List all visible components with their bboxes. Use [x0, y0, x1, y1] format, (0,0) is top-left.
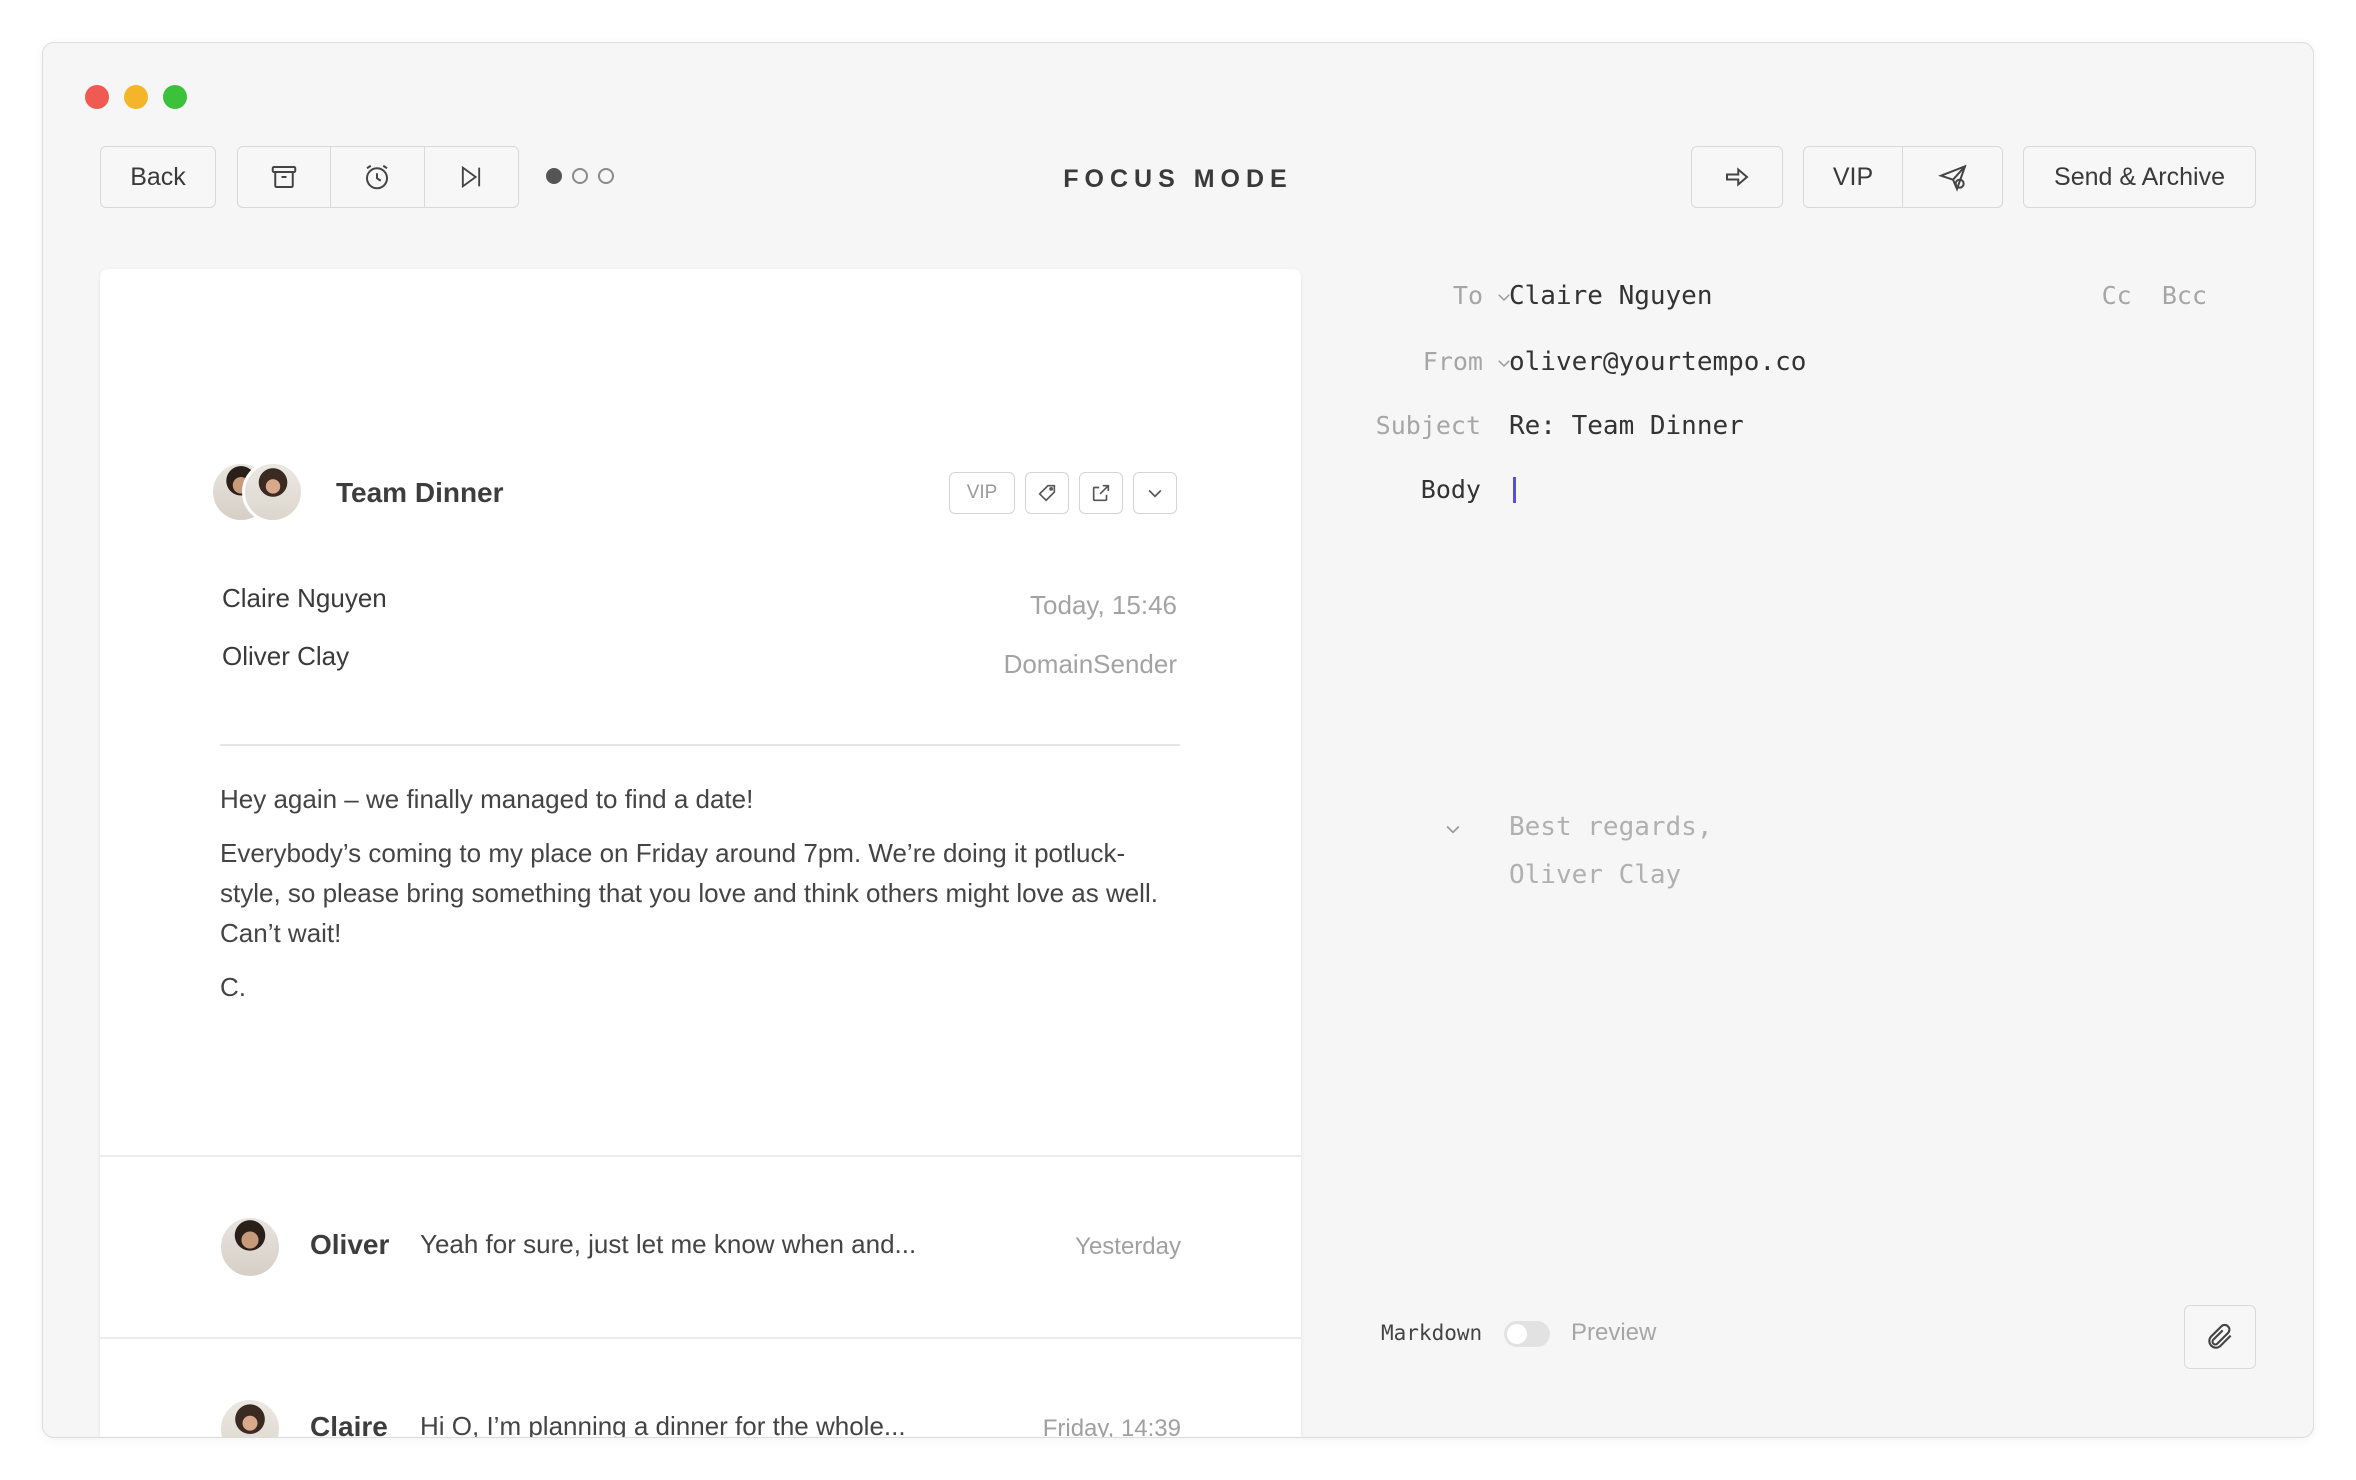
- vip-button[interactable]: VIP: [1804, 147, 1903, 207]
- message-time: Friday, 14:39: [1042, 1415, 1181, 1438]
- send-archive-button[interactable]: Send & Archive: [2023, 146, 2256, 208]
- participant-name: Claire Nguyen: [222, 583, 387, 613]
- minimize-window-button[interactable]: [124, 85, 148, 109]
- body-paragraph: Hey again – we finally managed to find a…: [220, 784, 754, 814]
- thread-vip-button[interactable]: VIP: [949, 472, 1015, 514]
- avatar: [218, 1215, 282, 1279]
- message-sender: Oliver: [310, 1229, 390, 1260]
- more-options-button[interactable]: [1133, 472, 1177, 514]
- forward-button[interactable]: [1691, 146, 1783, 208]
- subject-field[interactable]: Re: Team Dinner: [1509, 411, 1744, 441]
- external-link-icon: [1090, 482, 1112, 504]
- close-window-button[interactable]: [85, 85, 109, 109]
- chevron-down-icon: [1443, 819, 1463, 839]
- from-label-text: From: [1422, 347, 1483, 376]
- vip-send-group: VIP: [1803, 146, 2003, 208]
- window-controls: [85, 85, 187, 109]
- thread-panel: Team Dinner VIP Claire Nguyen Today, 15:…: [100, 269, 1301, 1438]
- to-field-label[interactable]: To: [1453, 281, 1513, 310]
- message-time: Yesterday: [1075, 1233, 1181, 1260]
- list-item[interactable]: Oliver Yeah for sure, just let me know w…: [100, 1155, 1301, 1335]
- cc-button[interactable]: Cc: [2102, 281, 2132, 310]
- forward-arrow-icon: [1722, 162, 1752, 192]
- body-paragraph: Everybody’s coming to my place on Friday…: [220, 838, 1158, 948]
- to-label-text: To: [1452, 281, 1483, 310]
- from-field[interactable]: oliver@yourtempo.co: [1509, 347, 1806, 377]
- paperclip-icon: [2204, 1321, 2236, 1353]
- zoom-window-button[interactable]: [163, 85, 187, 109]
- cc-bcc-controls: Cc Bcc: [2102, 281, 2207, 310]
- message-snippet: Hi O, I’m planning a dinner for the whol…: [420, 1411, 906, 1438]
- send-later-button[interactable]: [1903, 147, 2002, 207]
- subject-label: Subject: [1375, 411, 1481, 440]
- chevron-down-icon: [1145, 483, 1165, 503]
- body-paragraph: C.: [220, 972, 246, 1002]
- to-field[interactable]: Claire Nguyen: [1509, 281, 1713, 311]
- signature-line: Oliver Clay: [1509, 860, 1682, 890]
- message-snippet: Yeah for sure, just let me know when and…: [420, 1229, 917, 1259]
- body-editor[interactable]: [1509, 463, 2249, 823]
- message-body: Hey again – we finally managed to find a…: [220, 779, 1180, 1021]
- signature-toggle[interactable]: [1443, 819, 1463, 839]
- message-timestamp: Today, 15:46: [1030, 590, 1177, 620]
- from-field-label[interactable]: From: [1423, 347, 1513, 376]
- tag-icon: [1036, 482, 1058, 504]
- thread-subject: Team Dinner: [336, 477, 504, 508]
- avatar: [218, 1397, 282, 1437]
- app-window: Back FOCUS MODE VIP Send & Archive Team …: [42, 42, 2314, 1438]
- sender-domain: DomainSender: [1003, 649, 1177, 679]
- body-label: Body: [1420, 475, 1481, 504]
- signature: Best regards, Oliver Clay: [1509, 803, 1713, 899]
- signature-line: Best regards,: [1509, 812, 1713, 842]
- avatar: [242, 461, 304, 523]
- preview-label: Preview: [1571, 1319, 1657, 1346]
- participant-name: Oliver Clay: [222, 641, 350, 671]
- send-plane-icon: [1937, 161, 1969, 193]
- message-sender: Claire: [310, 1411, 388, 1438]
- markdown-preview-toggle[interactable]: [1504, 1321, 1550, 1347]
- list-item[interactable]: Claire Hi O, I’m planning a dinner for t…: [100, 1337, 1301, 1438]
- divider: [220, 744, 1180, 746]
- bcc-button[interactable]: Bcc: [2162, 281, 2207, 310]
- attach-button[interactable]: [2184, 1305, 2256, 1369]
- open-external-button[interactable]: [1079, 472, 1123, 514]
- markdown-label: Markdown: [1381, 1321, 1483, 1345]
- tag-button[interactable]: [1025, 472, 1069, 514]
